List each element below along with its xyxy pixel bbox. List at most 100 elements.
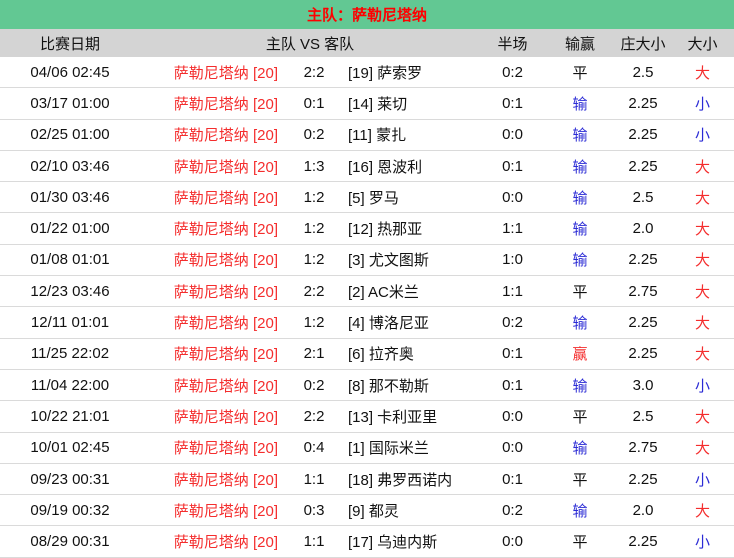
home-team-cell: 萨勒尼塔纳 [20]: [173, 408, 278, 426]
home-team-cell: 萨勒尼塔纳 [20]: [173, 534, 278, 552]
half-score-cell: 0:2: [502, 501, 523, 519]
match-date-cell: 01/30 03:46: [30, 188, 110, 206]
home-team-title-bar: 主队：萨勒尼塔纳: [0, 0, 734, 29]
table-row: 10/22 21:01 萨勒尼塔纳 [20] 2:2 [13] 卡利亚里 0:0…: [0, 401, 734, 433]
half-score-cell: 0:0: [502, 407, 523, 425]
away-team-cell: [12] 热那亚: [348, 221, 423, 239]
full-score-cell: 1:1: [303, 470, 325, 488]
full-score-cell: 0:2: [303, 376, 325, 394]
half-score-cell: 1:0: [502, 251, 523, 269]
full-score-cell: 0:1: [303, 94, 325, 112]
win-loss-cell: 输: [572, 189, 588, 207]
win-loss-cell: 平: [572, 534, 588, 552]
handicap-line-cell: 2.25: [628, 251, 658, 269]
match-date-cell: 04/06 02:45: [30, 63, 110, 81]
table-row: 09/23 00:31 萨勒尼塔纳 [20] 1:1 [18] 弗罗西诺内 0:…: [0, 463, 734, 496]
away-team-cell: [5] 罗马: [348, 189, 399, 207]
win-loss-cell: 赢: [572, 346, 588, 364]
away-team-cell: [3] 尤文图斯: [348, 252, 429, 270]
over-under-cell: 小: [694, 471, 710, 489]
full-score-cell: 1:1: [303, 533, 325, 551]
away-team-cell: [9] 都灵: [348, 502, 399, 520]
over-under-cell: 小: [694, 127, 710, 145]
full-score-cell: 1:3: [303, 157, 325, 175]
match-date-cell: 12/23 03:46: [30, 282, 110, 300]
over-under-cell: 大: [694, 440, 710, 458]
table-row: 12/23 03:46 萨勒尼塔纳 [20] 2:2 [2] AC米兰 1:1 …: [0, 276, 734, 308]
home-team-cell: 萨勒尼塔纳 [20]: [173, 95, 278, 113]
half-score-cell: 0:1: [502, 157, 523, 175]
col-header-handicap-line: 庄大小: [620, 35, 666, 53]
over-under-cell: 大: [694, 502, 710, 520]
home-team-cell: 萨勒尼塔纳 [20]: [173, 377, 278, 395]
table-row: 01/30 03:46 萨勒尼塔纳 [20] 1:2 [5] 罗马 0:0 输 …: [0, 182, 734, 214]
win-loss-cell: 输: [572, 377, 588, 395]
table-row: 01/22 01:00 萨勒尼塔纳 [20] 1:2 [12] 热那亚 1:1 …: [0, 213, 734, 245]
full-score-cell: 2:1: [303, 345, 325, 363]
table-row: 09/19 00:32 萨勒尼塔纳 [20] 0:3 [9] 都灵 0:2 输 …: [0, 495, 734, 527]
match-date-cell: 10/01 02:45: [30, 439, 110, 457]
handicap-line-cell: 2.0: [632, 501, 654, 519]
handicap-line-cell: 2.25: [628, 533, 658, 551]
full-score-cell: 2:2: [303, 282, 325, 300]
half-score-cell: 0:0: [502, 126, 523, 144]
win-loss-cell: 输: [572, 95, 588, 113]
away-team-cell: [6] 拉齐奥: [348, 346, 414, 364]
full-score-cell: 1:2: [303, 314, 325, 332]
win-loss-cell: 输: [572, 221, 588, 239]
away-team-cell: [19] 萨索罗: [348, 64, 423, 82]
handicap-line-cell: 2.5: [632, 63, 654, 81]
half-score-cell: 1:1: [502, 282, 523, 300]
handicap-line-cell: 2.0: [632, 220, 654, 238]
win-loss-cell: 平: [572, 283, 588, 301]
half-score-cell: 0:0: [502, 188, 523, 206]
away-team-cell: [4] 博洛尼亚: [348, 315, 429, 333]
full-score-cell: 1:2: [303, 251, 325, 269]
home-team-cell: 萨勒尼塔纳 [20]: [173, 64, 278, 82]
table-header-row: 比赛日期 主队 VS 客队 半场 输赢 庄大小 大小: [0, 29, 734, 57]
win-loss-cell: 输: [572, 252, 588, 270]
handicap-line-cell: 2.25: [628, 314, 658, 332]
home-team-cell: 萨勒尼塔纳 [20]: [173, 471, 278, 489]
away-team-cell: [1] 国际米兰: [348, 440, 429, 458]
home-team-cell: 萨勒尼塔纳 [20]: [173, 252, 278, 270]
over-under-cell: 大: [694, 252, 710, 270]
handicap-line-cell: 2.75: [628, 282, 658, 300]
match-date-cell: 11/25 22:02: [30, 345, 110, 363]
win-loss-cell: 输: [572, 158, 588, 176]
match-date-cell: 01/22 01:00: [30, 220, 110, 238]
handicap-line-cell: 2.5: [632, 188, 654, 206]
match-date-cell: 09/23 00:31: [30, 470, 110, 488]
win-loss-cell: 输: [572, 315, 588, 333]
match-date-cell: 10/22 21:01: [30, 407, 110, 425]
handicap-line-cell: 2.5: [632, 407, 654, 425]
match-date-cell: 12/11 01:01: [30, 314, 110, 332]
home-team-cell: 萨勒尼塔纳 [20]: [173, 440, 278, 458]
full-score-cell: 2:2: [303, 63, 325, 81]
full-score-cell: 1:2: [303, 188, 325, 206]
home-team-cell: 萨勒尼塔纳 [20]: [173, 127, 278, 145]
col-header-win-loss: 输赢: [564, 35, 595, 53]
full-score-cell: 1:2: [303, 220, 325, 238]
match-date-cell: 02/25 01:00: [30, 126, 110, 144]
match-date-cell: 08/29 00:31: [30, 533, 110, 551]
half-score-cell: 0:0: [502, 533, 523, 551]
table-row: 11/04 22:00 萨勒尼塔纳 [20] 0:2 [8] 那不勒斯 0:1 …: [0, 369, 734, 402]
match-date-cell: 02/10 03:46: [30, 157, 110, 175]
col-header-match-date: 比赛日期: [39, 35, 100, 53]
table-row: 10/01 02:45 萨勒尼塔纳 [20] 0:4 [1] 国际米兰 0:0 …: [0, 432, 734, 464]
half-score-cell: 0:1: [502, 470, 523, 488]
away-team-cell: [14] 莱切: [348, 95, 408, 113]
over-under-cell: 小: [694, 377, 710, 395]
win-loss-cell: 输: [572, 502, 588, 520]
table-row: 08/29 00:31 萨勒尼塔纳 [20] 1:1 [17] 乌迪内斯 0:0…: [0, 526, 734, 558]
half-score-cell: 0:1: [502, 94, 523, 112]
away-team-cell: [8] 那不勒斯: [348, 377, 429, 395]
over-under-cell: 小: [694, 534, 710, 552]
away-team-cell: [13] 卡利亚里: [348, 408, 438, 426]
full-score-cell: 2:2: [303, 407, 325, 425]
win-loss-cell: 平: [572, 408, 588, 426]
over-under-cell: 大: [694, 346, 710, 364]
handicap-line-cell: 3.0: [632, 376, 654, 394]
full-score-cell: 0:2: [303, 126, 325, 144]
